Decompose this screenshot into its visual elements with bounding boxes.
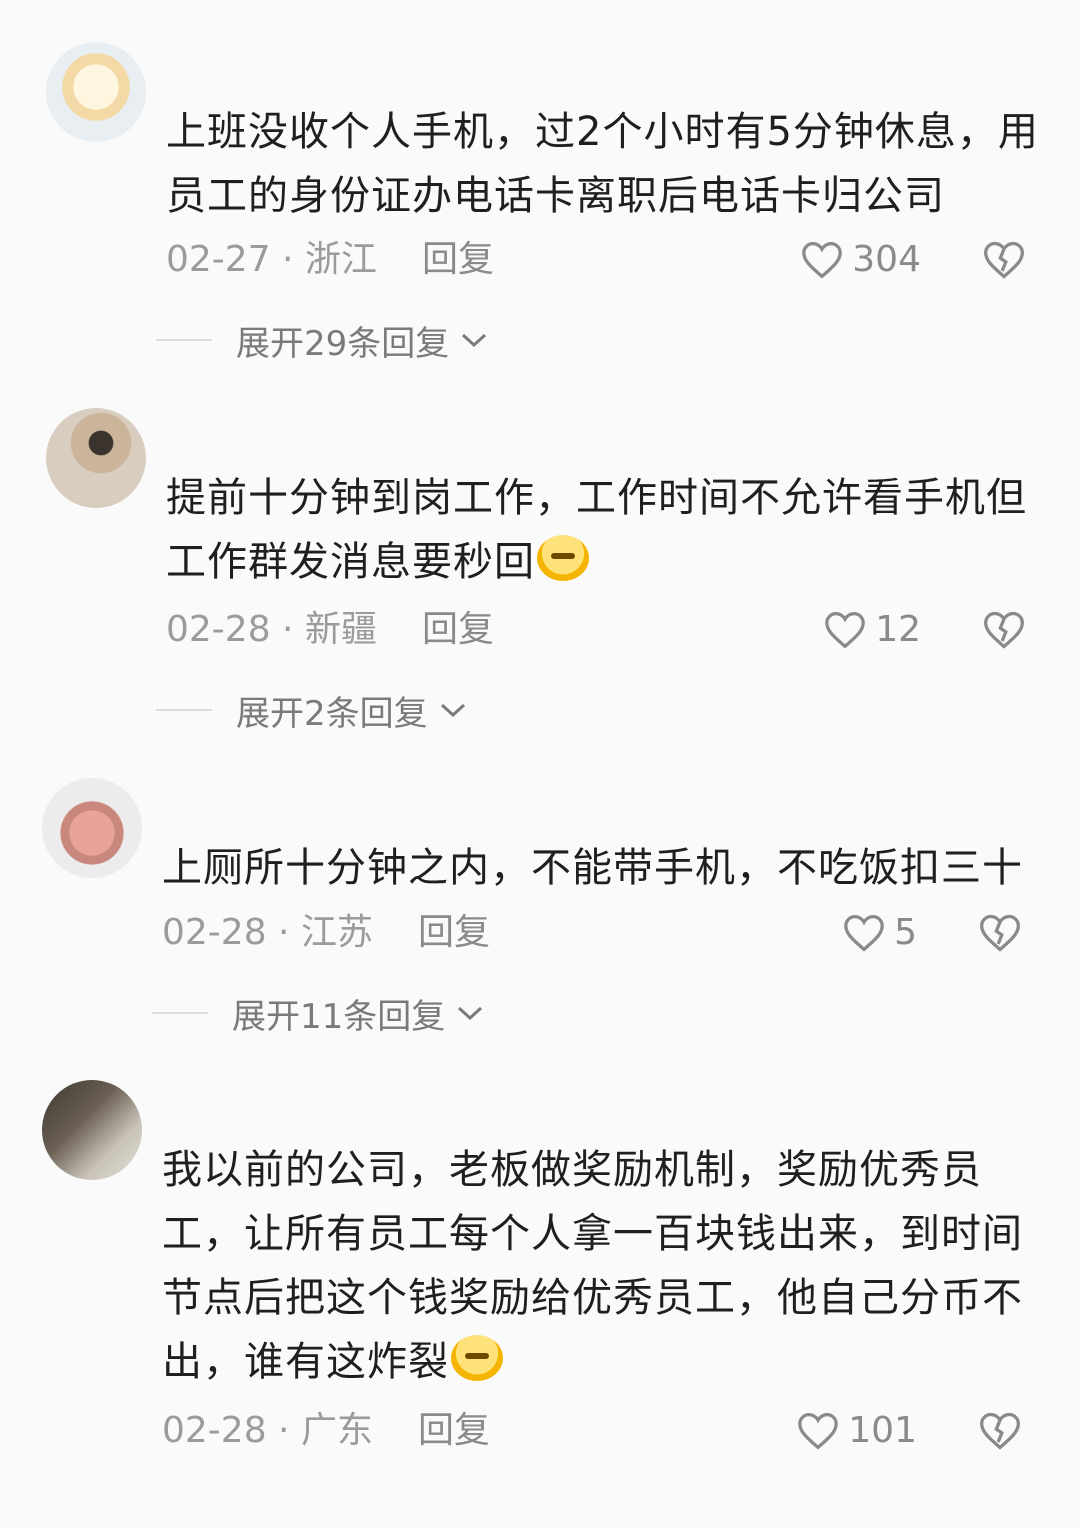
- divider: [152, 1012, 208, 1014]
- reply-button[interactable]: 回复: [418, 1401, 490, 1461]
- like-count: 12: [875, 609, 921, 650]
- comment-date-region: 02-28 · 广东: [162, 1410, 373, 1451]
- comment-date-region: 02-28 · 江苏: [162, 912, 373, 953]
- comment-meta: 02-28 · 江苏 回复 5: [162, 903, 1042, 963]
- reply-button[interactable]: 回复: [422, 230, 494, 290]
- expand-replies-label: 展开11条回复: [232, 996, 446, 1037]
- heart-icon: [798, 1412, 839, 1450]
- comment-text: 上班没收个人手机，过2个小时有5分钟休息，用员工的身份证办电话卡离职后电话卡归公…: [166, 109, 1039, 219]
- avatar[interactable]: [46, 408, 146, 508]
- comment-text: 上厕所十分钟之内，不能带手机，不吃饭扣三十: [162, 845, 1023, 891]
- broken-heart-icon[interactable]: [978, 1409, 1022, 1453]
- chevron-down-icon: [440, 703, 465, 718]
- like-count: 5: [894, 912, 917, 953]
- comment-meta: 02-27 · 浙江 回复 304: [166, 230, 1046, 290]
- expand-replies-label: 展开2条回复: [236, 693, 428, 734]
- expand-replies-label: 展开29条回复: [236, 323, 450, 364]
- comment-date-region: 02-27 · 浙江: [166, 239, 377, 280]
- comment-text: 提前十分钟到岗工作，工作时间不允许看手机但工作群发消息要秒回: [166, 466, 1046, 594]
- expand-replies-button[interactable]: 展开29条回复: [156, 310, 489, 370]
- comment-meta: 02-28 · 新疆 回复 12: [166, 600, 1046, 660]
- heart-icon: [802, 241, 843, 279]
- comment-text-body: 提前十分钟到岗工作，工作时间不允许看手机但工作群发消息要秒回: [166, 475, 1027, 585]
- smirk-emoji-icon: [451, 1335, 503, 1381]
- like-count: 304: [852, 239, 921, 280]
- avatar[interactable]: [42, 778, 142, 878]
- broken-heart-icon[interactable]: [978, 911, 1022, 955]
- heart-icon: [825, 611, 866, 649]
- reply-button[interactable]: 回复: [418, 903, 490, 963]
- like-button[interactable]: 12: [823, 600, 921, 660]
- crying-emoji-icon: [537, 535, 589, 581]
- like-button[interactable]: 101: [796, 1401, 917, 1461]
- reply-button[interactable]: 回复: [422, 600, 494, 660]
- heart-icon: [844, 914, 884, 952]
- like-button[interactable]: 5: [842, 903, 917, 963]
- comment-text-body: 我以前的公司，老板做奖励机制，奖励优秀员工，让所有员工每个人拿一百块钱出来，到时…: [162, 1147, 1023, 1385]
- chevron-down-icon: [462, 333, 487, 348]
- avatar[interactable]: [46, 42, 146, 142]
- comment-date-region: 02-28 · 新疆: [166, 609, 377, 650]
- like-count: 101: [848, 1410, 917, 1451]
- comment-text: 我以前的公司，老板做奖励机制，奖励优秀员工，让所有员工每个人拿一百块钱出来，到时…: [162, 1138, 1032, 1394]
- broken-heart-icon[interactable]: [982, 608, 1026, 652]
- expand-replies-button[interactable]: 展开11条回复: [152, 983, 485, 1043]
- avatar[interactable]: [42, 1080, 142, 1180]
- comment-meta: 02-28 · 广东 回复 101: [162, 1401, 1042, 1461]
- expand-replies-button[interactable]: 展开2条回复: [156, 680, 468, 740]
- broken-heart-icon[interactable]: [982, 238, 1026, 282]
- divider: [156, 339, 212, 341]
- divider: [156, 709, 212, 711]
- like-button[interactable]: 304: [800, 230, 921, 290]
- chevron-down-icon: [458, 1006, 483, 1021]
